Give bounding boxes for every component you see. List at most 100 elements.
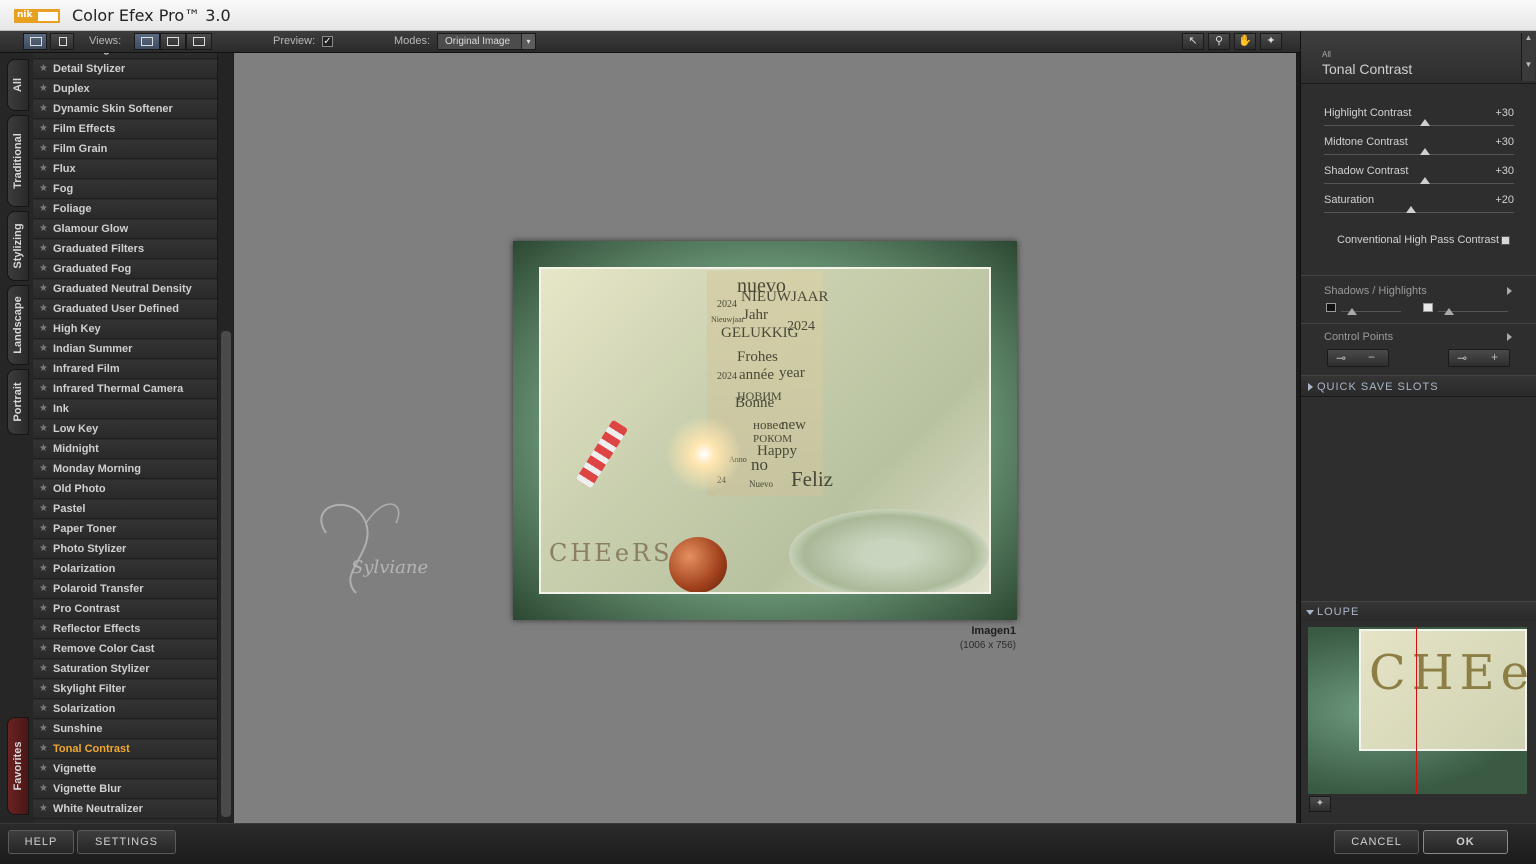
filter-item[interactable]: ★ High Key <box>33 320 217 339</box>
star-icon[interactable]: ★ <box>39 203 48 214</box>
shadow-slider-thumb[interactable] <box>1347 308 1357 315</box>
star-icon[interactable]: ★ <box>39 623 48 634</box>
filter-item[interactable]: ★ Paper Toner <box>33 520 217 539</box>
filter-item[interactable]: ★ Graduated User Defined <box>33 300 217 319</box>
star-icon[interactable]: ★ <box>39 483 48 494</box>
pin-icon[interactable]: ✦ <box>1309 796 1331 812</box>
star-icon[interactable]: ★ <box>39 183 48 194</box>
star-icon[interactable]: ★ <box>39 383 48 394</box>
scroll-thumb[interactable] <box>221 331 231 817</box>
star-icon[interactable]: ★ <box>39 783 48 794</box>
star-icon[interactable]: ★ <box>39 323 48 334</box>
filter-item[interactable]: ★ Monday Morning <box>33 460 217 479</box>
filter-item[interactable]: ★ Indian Summer <box>33 340 217 359</box>
filter-list-scrollbar[interactable] <box>217 53 233 823</box>
star-icon[interactable]: ★ <box>39 263 48 274</box>
highlight-slider-thumb[interactable] <box>1444 308 1454 315</box>
filter-header[interactable]: All Tonal Contrast ▲ ▼ <box>1301 31 1536 84</box>
star-icon[interactable]: ★ <box>39 743 48 754</box>
star-icon[interactable]: ★ <box>39 763 48 774</box>
filter-item[interactable]: ★ Ink <box>33 400 217 419</box>
split-view-button[interactable] <box>160 33 186 50</box>
filter-item[interactable]: ★ Skylight Filter <box>33 680 217 699</box>
filter-item[interactable]: ★ Midnight <box>33 440 217 459</box>
settings-button[interactable]: SETTINGS <box>77 830 176 854</box>
filter-item[interactable]: ★ Fog <box>33 180 217 199</box>
star-icon[interactable]: ★ <box>39 123 48 134</box>
filter-item[interactable]: ★ Film Effects <box>33 120 217 139</box>
star-icon[interactable]: ★ <box>39 443 48 454</box>
star-icon[interactable]: ★ <box>39 143 48 154</box>
star-icon[interactable]: ★ <box>39 563 48 574</box>
preview-checkbox[interactable]: ✓ <box>322 36 333 47</box>
loupe-split-line[interactable] <box>1416 627 1417 794</box>
star-icon[interactable]: ★ <box>39 463 48 474</box>
filter-item[interactable]: ★ Photo Stylizer <box>33 540 217 559</box>
filter-item[interactable]: ★ White Neutralizer <box>33 800 217 819</box>
filter-item[interactable]: ★ Duplex <box>33 80 217 99</box>
remove-control-point-button[interactable]: ⊸ − <box>1327 349 1389 367</box>
star-icon[interactable]: ★ <box>39 603 48 614</box>
loupe-bar[interactable]: LOUPE <box>1301 601 1536 621</box>
star-icon[interactable]: ★ <box>39 63 48 74</box>
filter-item[interactable]: ★ Graduated Filters <box>33 240 217 259</box>
filter-item[interactable]: ★ Pastel <box>33 500 217 519</box>
star-icon[interactable]: ★ <box>39 363 48 374</box>
star-icon[interactable]: ★ <box>39 423 48 434</box>
star-icon[interactable]: ★ <box>39 343 48 354</box>
filter-item[interactable]: ★ Low Key <box>33 420 217 439</box>
loupe-view[interactable]: CHEe <box>1308 627 1527 794</box>
filter-item[interactable]: ★ Polaroid Transfer <box>33 580 217 599</box>
star-icon[interactable]: ★ <box>39 223 48 234</box>
filter-item[interactable]: ★ Polarization <box>33 560 217 579</box>
star-icon[interactable]: ★ <box>39 103 48 114</box>
chevron-up-down-icon[interactable]: ▲ ▼ <box>1521 33 1535 81</box>
single-view-button[interactable] <box>134 33 160 50</box>
filter-item[interactable]: ★ Vignette <box>33 760 217 779</box>
preview-image[interactable]: nuevo NIEUWJAAR 2024 Jahr Nieuwjaar GELUKKIG 2… <box>513 241 1017 620</box>
filter-item[interactable]: ★ Flux <box>33 160 217 179</box>
hand-tool-icon[interactable]: ✋ <box>1234 33 1256 50</box>
filter-item[interactable]: ★ Sunshine <box>33 720 217 739</box>
star-icon[interactable]: ★ <box>39 83 48 94</box>
conventional-high-pass-checkbox[interactable] <box>1501 236 1510 245</box>
star-icon[interactable]: ★ <box>39 163 48 174</box>
tab-traditional[interactable]: Traditional <box>7 115 29 207</box>
filter-item[interactable]: ★ Remove Color Cast <box>33 640 217 659</box>
slider-track[interactable] <box>1324 212 1514 213</box>
image-view-button[interactable] <box>23 33 47 50</box>
side-by-side-view-button[interactable] <box>186 33 212 50</box>
star-icon[interactable]: ★ <box>39 643 48 654</box>
filter-item[interactable]: ★ Detail Stylizer <box>33 60 217 79</box>
tab-favorites[interactable]: Favorites <box>7 717 29 815</box>
filter-item[interactable]: ★ Graduated Fog <box>33 260 217 279</box>
zoom-tool-icon[interactable]: ⚲ <box>1208 33 1230 50</box>
tab-all[interactable]: All <box>7 59 29 111</box>
star-icon[interactable]: ★ <box>39 53 48 54</box>
filter-item[interactable]: ★ Film Grain <box>33 140 217 159</box>
modes-dropdown[interactable]: Original Image ▾ <box>437 33 536 50</box>
filter-item[interactable]: ★ Glamour Glow <box>33 220 217 239</box>
star-icon[interactable]: ★ <box>39 683 48 694</box>
filter-item[interactable]: ★ Darken/Lighten Center <box>33 53 217 59</box>
filter-item[interactable]: ★ Saturation Stylizer <box>33 660 217 679</box>
filter-item[interactable]: ★ Reflector Effects <box>33 620 217 639</box>
chevron-right-icon[interactable] <box>1507 333 1512 341</box>
star-icon[interactable]: ★ <box>39 583 48 594</box>
filter-item[interactable]: ★ Foliage <box>33 200 217 219</box>
preview-canvas[interactable]: Sylviane nuevo NIEUWJAAR 2024 Jahr Nieuwjaar… <box>234 53 1296 823</box>
slider-thumb[interactable] <box>1419 119 1430 126</box>
filter-item[interactable]: ★ Old Photo <box>33 480 217 499</box>
slider-thumb[interactable] <box>1419 177 1430 184</box>
star-icon[interactable]: ★ <box>39 663 48 674</box>
filter-item[interactable]: ★ Vignette Blur <box>33 780 217 799</box>
list-view-button[interactable] <box>50 33 74 50</box>
tab-portrait[interactable]: Portrait <box>7 369 29 435</box>
star-icon[interactable]: ★ <box>39 283 48 294</box>
filter-item[interactable]: ★ Graduated Neutral Density <box>33 280 217 299</box>
star-icon[interactable]: ★ <box>39 543 48 554</box>
star-icon[interactable]: ★ <box>39 803 48 814</box>
slider-thumb[interactable] <box>1406 206 1417 213</box>
help-button[interactable]: HELP <box>8 830 74 854</box>
quick-save-slots-bar[interactable]: QUICK SAVE SLOTS <box>1301 375 1536 397</box>
